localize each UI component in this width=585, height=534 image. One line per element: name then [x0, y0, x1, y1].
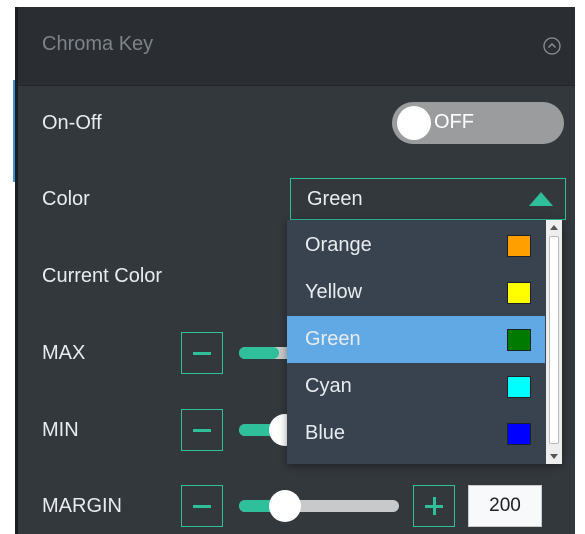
option-label: Blue	[305, 422, 346, 444]
color-dropdown-list: Orange Yellow Green Cyan Blue	[287, 220, 562, 464]
onoff-toggle[interactable]: OFF	[392, 102, 564, 144]
dropdown-option-cyan[interactable]: Cyan	[287, 363, 545, 410]
option-label: Green	[305, 328, 361, 350]
panel-header[interactable]: Chroma Key	[18, 7, 575, 86]
margin-label: MARGIN	[42, 495, 122, 517]
color-select-value: Green	[307, 188, 363, 210]
dropdown-option-blue[interactable]: Blue	[287, 410, 545, 457]
margin-increment-button[interactable]	[413, 485, 455, 527]
margin-value-input[interactable]: 200	[468, 485, 542, 527]
option-label: Yellow	[305, 281, 363, 303]
panel-title: Chroma Key	[42, 33, 154, 55]
toggle-state-text: OFF	[434, 111, 474, 133]
margin-slider[interactable]	[239, 490, 399, 522]
scroll-down-arrow-icon[interactable]	[550, 454, 558, 459]
dropdown-option-orange[interactable]: Orange	[287, 222, 545, 269]
color-swatch	[507, 329, 531, 351]
max-label: MAX	[42, 342, 86, 364]
margin-decrement-button[interactable]	[181, 485, 223, 527]
dropdown-scrollbar[interactable]	[546, 220, 562, 464]
max-slider-fill	[239, 347, 279, 359]
margin-slider-thumb[interactable]	[269, 490, 301, 522]
collapse-up-icon[interactable]	[543, 37, 561, 55]
color-swatch	[507, 423, 531, 445]
minus-icon	[193, 505, 211, 508]
max-decrement-button[interactable]	[181, 332, 223, 374]
color-select[interactable]: Green	[290, 178, 566, 220]
scrollbar-thumb[interactable]	[549, 236, 559, 444]
dropdown-arrow-icon[interactable]	[529, 192, 553, 206]
scroll-up-arrow-icon[interactable]	[550, 225, 558, 230]
dropdown-option-green[interactable]: Green	[287, 316, 545, 363]
color-swatch	[507, 235, 531, 257]
current-color-label: Current Color	[42, 265, 163, 287]
option-label: Cyan	[305, 375, 352, 397]
minus-icon	[193, 429, 211, 432]
minus-icon	[193, 352, 211, 355]
min-decrement-button[interactable]	[181, 409, 223, 451]
toggle-knob	[397, 106, 431, 140]
min-label: MIN	[42, 419, 79, 441]
option-label: Orange	[305, 234, 372, 256]
dropdown-option-yellow[interactable]: Yellow	[287, 269, 545, 316]
color-label: Color	[42, 188, 90, 210]
color-swatch	[507, 282, 531, 304]
color-swatch	[507, 376, 531, 398]
onoff-label: On-Off	[42, 112, 102, 134]
